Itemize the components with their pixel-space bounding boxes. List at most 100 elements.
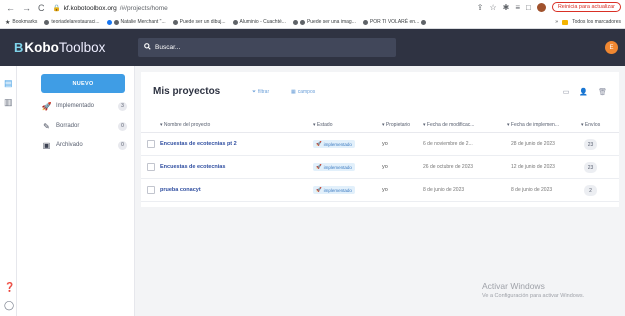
table-row[interactable]: prueba conacyt 🚀 implementado yo 8 de jun…: [141, 179, 619, 202]
projects-icon[interactable]: ▤: [4, 78, 13, 89]
folder-icon: [562, 19, 569, 25]
fields-button[interactable]: ▦ campos: [291, 89, 315, 95]
more-icon: »: [555, 19, 559, 25]
table-row[interactable]: Encuestas de ecotecnias 🚀 implementado yo…: [141, 156, 619, 179]
profile-avatar[interactable]: [536, 2, 546, 12]
bookmark-star-icon[interactable]: ☆: [489, 3, 496, 12]
sidebar-item-label: Archivado: [56, 142, 83, 148]
owner-cell: yo: [382, 164, 388, 170]
fields-label: campos: [297, 89, 316, 95]
globe-icon: [421, 19, 427, 25]
search-input[interactable]: Buscar...: [138, 38, 396, 57]
filter-button[interactable]: ⏷ filtrar: [252, 89, 269, 95]
browser-toolbar: ← → C 🔒 kf.kobotoolbox.org/#/projects/ho…: [0, 0, 625, 16]
reading-list-icon[interactable]: ≡: [515, 3, 520, 12]
address-bar[interactable]: 🔒 kf.kobotoolbox.org/#/projects/home: [53, 4, 168, 13]
main-content: Mis proyectos ⏷ filtrar ▦ campos ▭ 👤 🗑 ▾…: [135, 66, 625, 316]
modified-cell: 6 de noviembre de 2...: [423, 141, 473, 147]
bookmark-item[interactable]: Puede ser una imag...: [292, 19, 356, 25]
bookmark-item[interactable]: POR TI VOLARÉ en...: [362, 19, 427, 25]
watermark-subtitle: Ve a Configuración para activar Windows.: [482, 293, 585, 299]
project-name-link[interactable]: prueba conacyt: [160, 187, 201, 193]
sidebar-item-label: Borrador: [56, 123, 80, 129]
bookmark-item[interactable]: teoriadelarestauraci...: [44, 19, 100, 25]
bookmarks-bar: ★ Bookmarks teoriadelarestauraci... Natal…: [0, 16, 625, 29]
browser-nav: ← → C: [0, 3, 45, 13]
globe-icon: [299, 19, 305, 25]
col-owner[interactable]: ▾ Propietario: [382, 122, 410, 128]
sidebar-item-draft[interactable]: ✎ Borrador 0: [41, 120, 127, 132]
delete-icon[interactable]: 🗑: [598, 88, 607, 96]
library-icon[interactable]: ▥: [4, 97, 13, 108]
table-row[interactable]: Encuestas de ecotecnias pt 2 🚀 implementa…: [141, 133, 619, 156]
sidebar-item-archived[interactable]: ▣ Archivado 0: [41, 139, 127, 151]
help-icon[interactable]: ❓: [4, 282, 15, 293]
search-placeholder: Buscar...: [155, 44, 181, 51]
browser-actions: ⇪ ☆ ✱ ≡ □ Reinicia para actualizar: [477, 2, 621, 12]
deployed-cell: 28 de junio de 2023: [511, 141, 555, 147]
modified-cell: 8 de junio de 2023: [423, 187, 465, 193]
col-modified[interactable]: ▾ Fecha de modificac...: [423, 122, 474, 128]
globe-icon: [44, 19, 50, 25]
row-checkbox[interactable]: [147, 140, 155, 148]
bookmark-item[interactable]: Puede ser un dibuj...: [172, 19, 226, 25]
project-name-link[interactable]: Encuestas de ecotecnias pt 2: [160, 141, 237, 147]
submissions-count: 23: [584, 162, 597, 173]
rocket-icon: 🚀: [316, 187, 322, 192]
icon-rail: ▤ ▥ ❓ ◯: [0, 66, 17, 316]
sidebar-item-deployed[interactable]: 🚀 Implementado 3: [41, 100, 127, 112]
watermark-title: Activar Windows: [482, 281, 545, 291]
sidebar: NUEVO 🚀 Implementado 3 ✎ Borrador 0 ▣ Ar…: [17, 66, 135, 316]
col-name[interactable]: ▾ Nombre del proyecto: [160, 122, 210, 128]
project-name-link[interactable]: Encuestas de ecotecnias: [160, 164, 225, 170]
col-deployed[interactable]: ▾ Fecha de implemen...: [507, 122, 559, 128]
deployed-cell: 8 de junio de 2023: [511, 187, 553, 193]
share-icon[interactable]: ⇪: [477, 3, 484, 12]
globe-icon: [172, 19, 178, 25]
star-icon: ★: [5, 19, 11, 26]
globe-icon: [113, 19, 119, 25]
logo-mark: B: [14, 40, 24, 55]
user-avatar[interactable]: E: [605, 41, 618, 54]
forward-icon[interactable]: →: [22, 3, 31, 13]
filter-icon: ⏷: [252, 89, 257, 95]
extension-icon[interactable]: ✱: [503, 3, 510, 12]
col-submissions[interactable]: ▾ Envíos: [581, 122, 600, 128]
reload-icon[interactable]: C: [38, 3, 45, 13]
deployed-cell: 12 de junio de 2023: [511, 164, 555, 170]
all-bookmarks[interactable]: » Todos los marcadores: [555, 19, 621, 25]
col-status[interactable]: ▾ Estado: [313, 122, 332, 128]
rocket-icon: 🚀: [41, 101, 52, 111]
share-users-icon[interactable]: 👤: [579, 88, 588, 96]
bookmark-item[interactable]: Natalie Merchant "...: [106, 19, 166, 25]
filter-label: filtrar: [258, 89, 270, 95]
draft-icon: ✎: [43, 121, 50, 131]
logo-toolbox: Toolbox: [58, 40, 106, 55]
sidebar-item-count: 0: [118, 140, 127, 150]
archive-action-icon[interactable]: ▭: [563, 88, 570, 96]
globe-icon: [292, 19, 298, 25]
sidebar-item-label: Implementado: [56, 103, 95, 109]
status-badge: 🚀 implementado: [313, 163, 355, 171]
bookmark-item[interactable]: Aluminio - Cuachté...: [232, 19, 286, 25]
table-tools: ▭ 👤 🗑: [563, 88, 607, 96]
url-path: /#/projects/home: [119, 4, 168, 12]
projects-panel: Mis proyectos ⏷ filtrar ▦ campos ▭ 👤 🗑 ▾…: [141, 72, 619, 207]
row-checkbox[interactable]: [147, 163, 155, 171]
sidepanel-icon[interactable]: □: [526, 3, 531, 12]
kobotoolbox-logo[interactable]: B Kobo Toolbox: [0, 40, 138, 55]
logo-kobo: Kobo: [24, 40, 59, 55]
globe-icon: [232, 19, 238, 25]
sidebar-item-count: 3: [118, 101, 127, 111]
rocket-icon: 🚀: [316, 141, 322, 146]
search-icon: [144, 43, 151, 52]
new-project-button[interactable]: NUEVO: [41, 74, 125, 93]
row-checkbox[interactable]: [147, 186, 155, 194]
support-icon[interactable]: ◯: [4, 300, 14, 311]
submissions-count: 23: [584, 139, 597, 150]
table-header: ▾ Nombre del proyecto ▾ Estado ▾ Propiet…: [141, 117, 619, 133]
back-icon[interactable]: ←: [6, 3, 15, 13]
update-button[interactable]: Reinicia para actualizar: [551, 2, 621, 12]
bookmark-item[interactable]: ★ Bookmarks: [5, 19, 37, 26]
modified-cell: 26 de octubre de 2023: [423, 164, 474, 170]
